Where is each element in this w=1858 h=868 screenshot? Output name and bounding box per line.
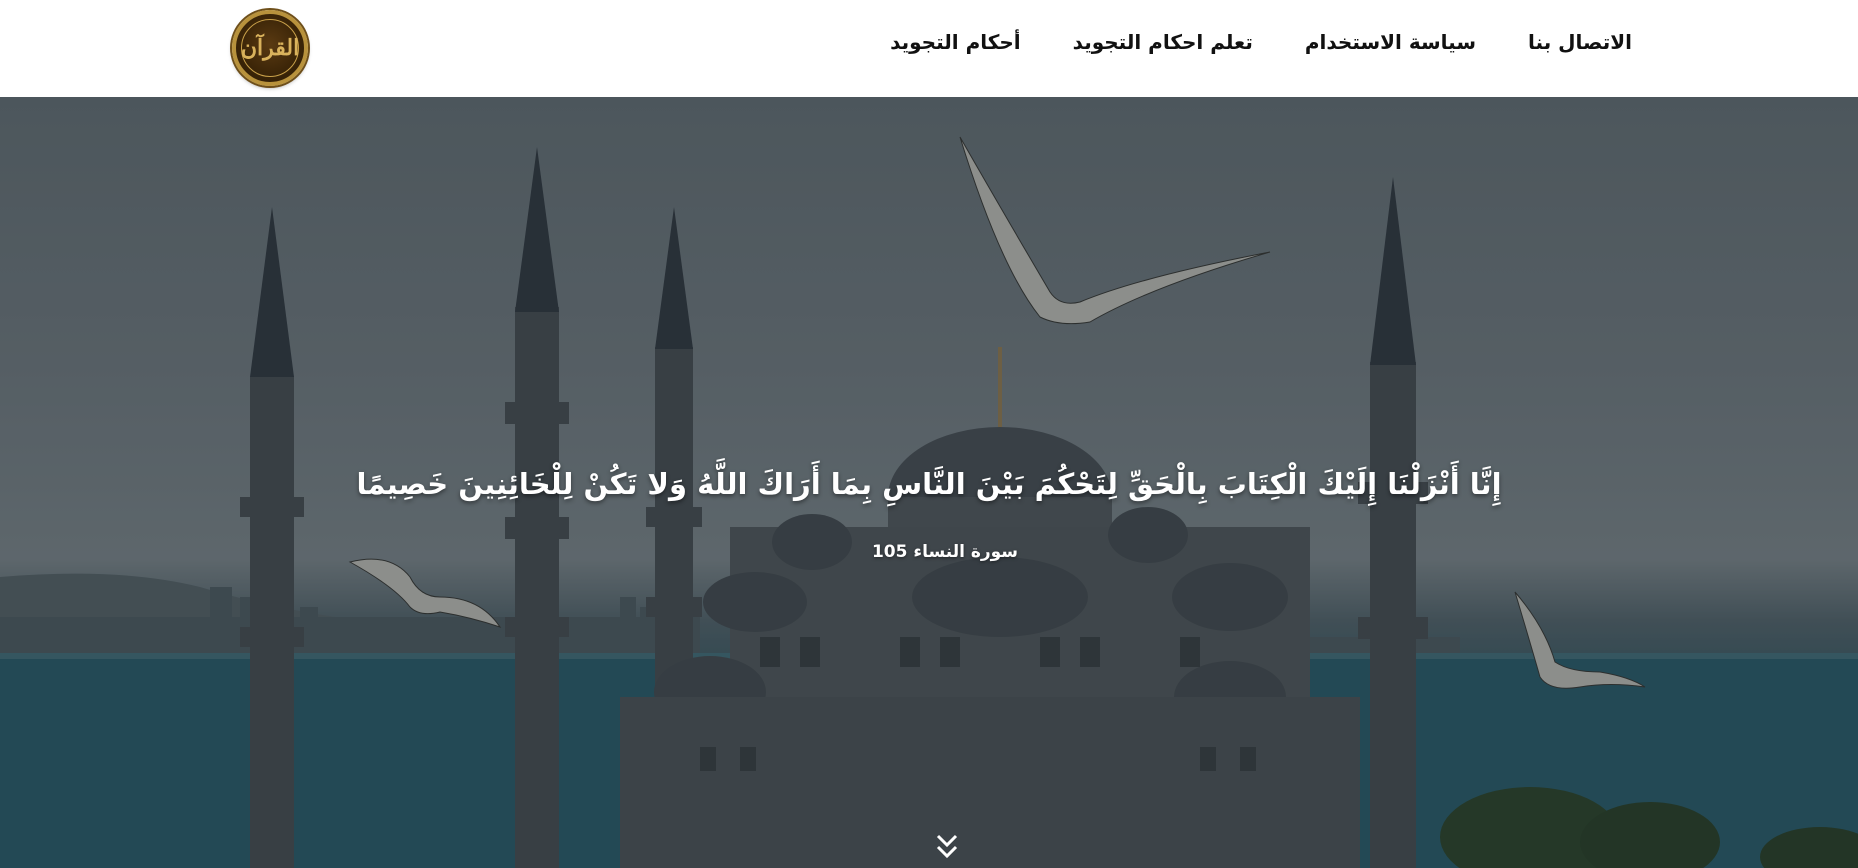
nav-item-learn-tajweed[interactable]: تعلم احكام التجويد	[1073, 30, 1253, 54]
nav-item-usage-policy[interactable]: سياسة الاستخدام	[1305, 30, 1476, 54]
double-chevron-down-icon[interactable]	[934, 832, 960, 862]
main-menu: أحكام التجويد تعلم احكام التجويد سياسة ا…	[890, 30, 1632, 54]
top-navbar: القرآن أحكام التجويد تعلم احكام التجويد …	[0, 0, 1858, 97]
hero-verse-reference: سورة النساء 105	[871, 542, 1019, 562]
nav-item-tajweed-rules[interactable]: أحكام التجويد	[890, 30, 1021, 54]
nav-item-contact-us[interactable]: الاتصال بنا	[1528, 30, 1632, 54]
hero-verse: إِنَّا أَنْزَلْنَا إِلَيْكَ الْكِتَابَ ب…	[356, 467, 1502, 501]
quran-emblem-icon: القرآن	[241, 19, 299, 77]
logo-calligraphy: القرآن	[240, 35, 300, 61]
site-logo[interactable]: القرآن	[232, 10, 308, 86]
hero-banner: إِنَّا أَنْزَلْنَا إِلَيْكَ الْكِتَابَ ب…	[0, 97, 1858, 868]
